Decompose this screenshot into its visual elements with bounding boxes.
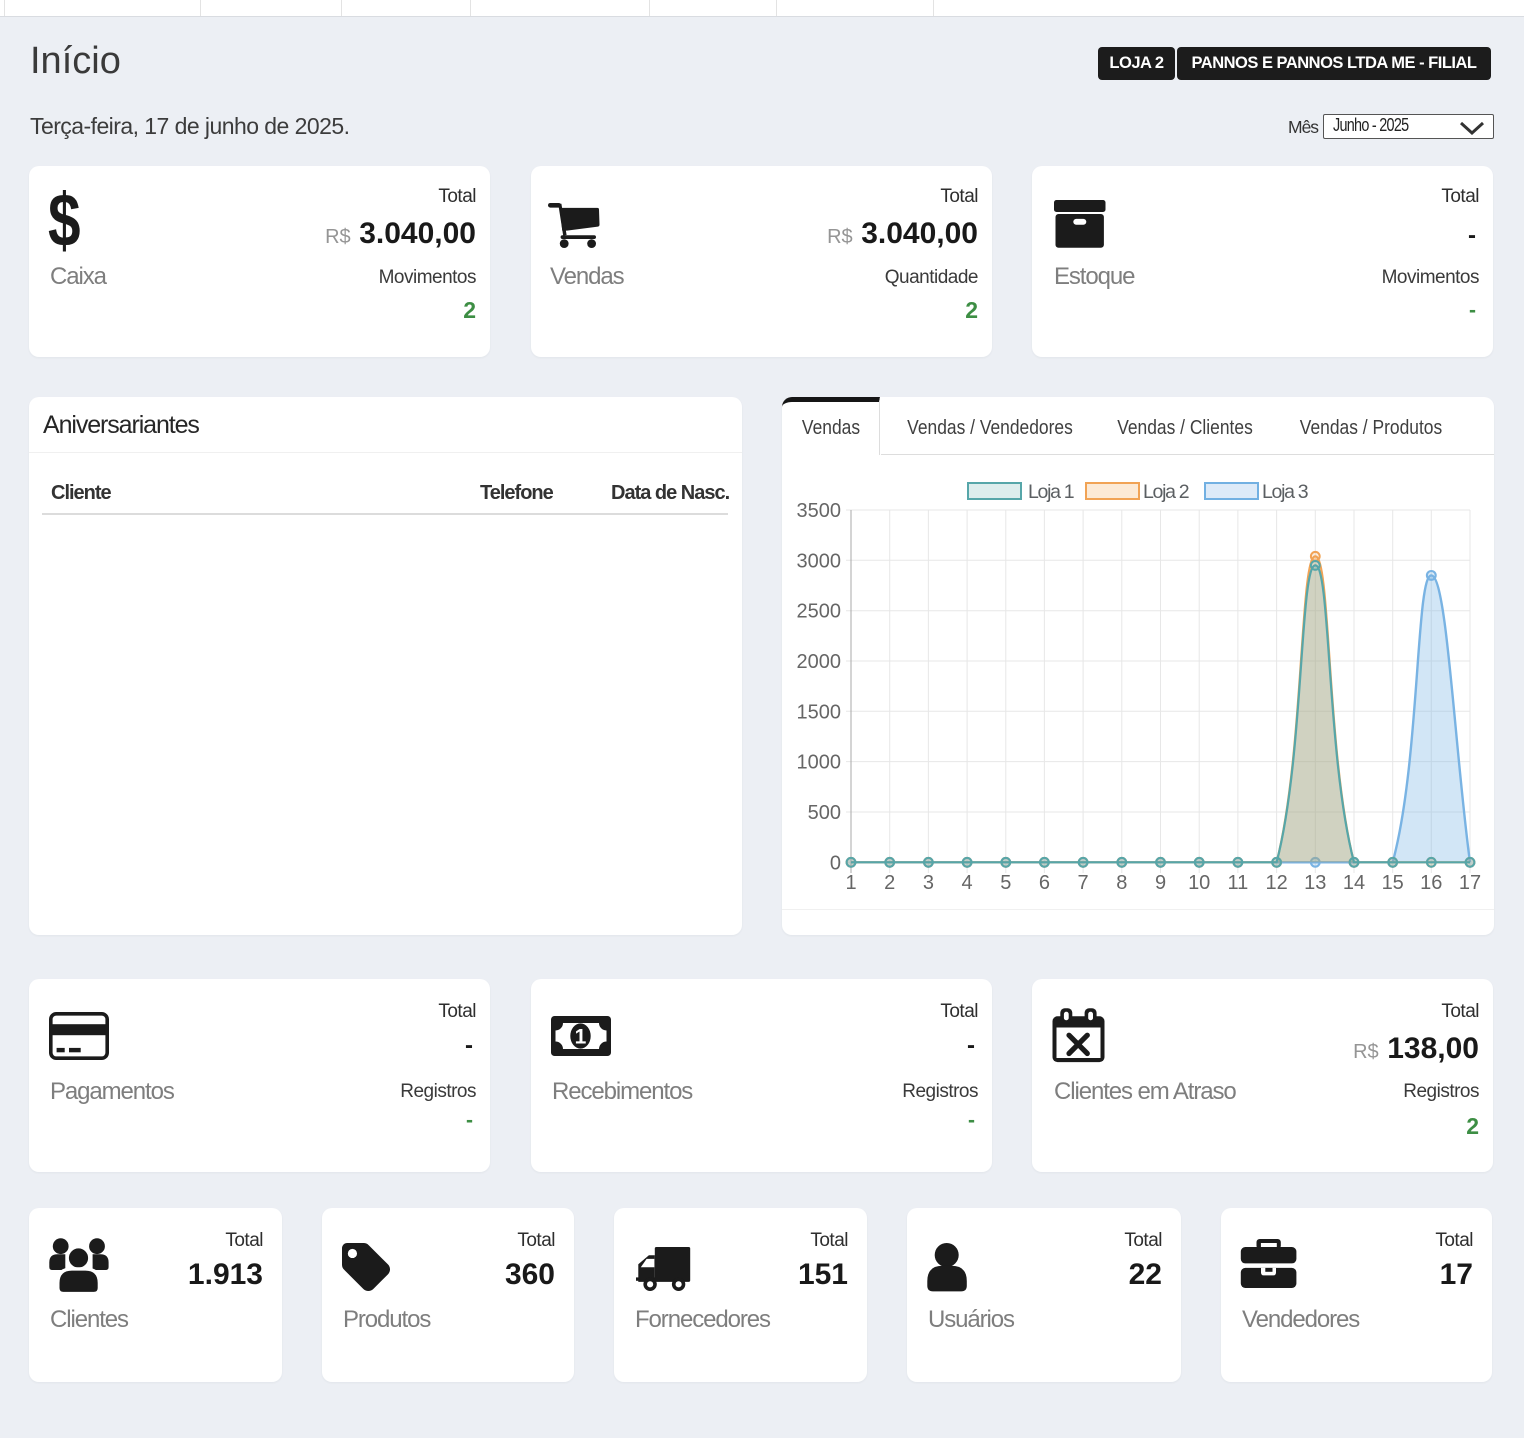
svg-text:10: 10 (1188, 872, 1210, 894)
svg-text:15: 15 (1382, 872, 1404, 894)
svg-text:3000: 3000 (797, 550, 842, 572)
svg-text:9: 9 (1155, 872, 1166, 894)
svg-text:2500: 2500 (797, 601, 842, 623)
svg-text:2: 2 (884, 872, 895, 894)
svg-text:500: 500 (808, 802, 841, 824)
svg-text:6: 6 (1039, 872, 1050, 894)
svg-text:14: 14 (1343, 872, 1365, 894)
svg-text:4: 4 (962, 872, 973, 894)
svg-text:3500: 3500 (797, 500, 842, 522)
svg-text:13: 13 (1304, 872, 1326, 894)
svg-text:17: 17 (1459, 872, 1481, 894)
svg-text:2000: 2000 (797, 651, 842, 673)
svg-text:5: 5 (1000, 872, 1011, 894)
svg-text:3: 3 (923, 872, 934, 894)
svg-text:12: 12 (1265, 872, 1287, 894)
svg-text:0: 0 (830, 852, 841, 874)
svg-text:16: 16 (1420, 872, 1442, 894)
svg-text:1000: 1000 (797, 752, 842, 774)
svg-text:1: 1 (575, 1026, 587, 1049)
svg-text:1: 1 (845, 872, 856, 894)
svg-text:11: 11 (1228, 872, 1249, 894)
svg-text:1500: 1500 (797, 701, 842, 723)
svg-text:8: 8 (1116, 872, 1127, 894)
svg-text:7: 7 (1078, 872, 1089, 894)
